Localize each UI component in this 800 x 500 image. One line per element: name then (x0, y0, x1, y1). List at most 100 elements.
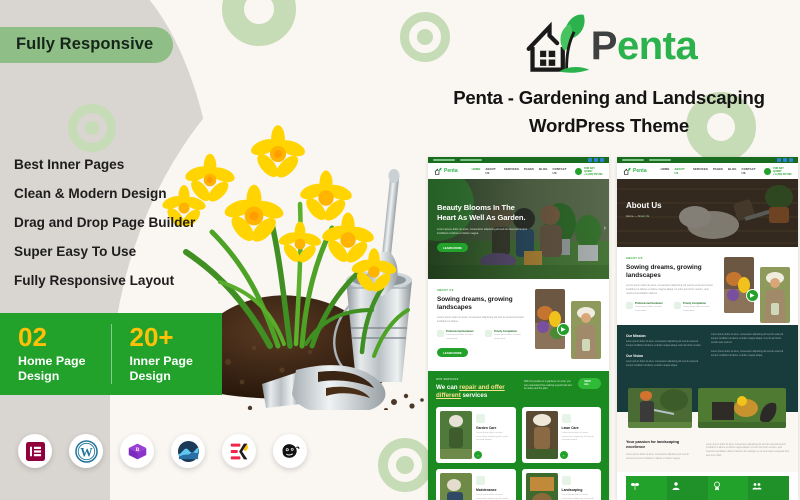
brand-header: Penta Penta - Gardening and Landscaping … (418, 8, 800, 140)
slider-revolution-icon[interactable] (171, 434, 205, 468)
stat-label: Inner Page Design (129, 353, 193, 383)
service-title: Lawn Care (561, 426, 579, 431)
service-thumb (525, 473, 558, 500)
breadcrumb-home[interactable]: Home (626, 214, 633, 218)
wordpress-icon[interactable]: W (69, 434, 103, 468)
play-button[interactable]: ▶ (745, 289, 759, 302)
mission-body: Lorem ipsum dolor sit amet, consectetur … (626, 340, 702, 347)
fully-responsive-badge: Fully Responsive (0, 27, 174, 63)
quote-body: Lorem ipsum dolor sit amet, consectetur … (706, 443, 789, 458)
linkedin-icon (600, 158, 604, 162)
page-title: Penta - Gardening and Landscaping WordPr… (418, 84, 800, 140)
about-feature-desc: Lorem ipsum dolor sit amet, consectetur. (493, 334, 521, 340)
services-view-all-button[interactable]: VIEW ALL (578, 377, 601, 389)
nav-link-services[interactable]: SERVICES (693, 167, 708, 175)
call-number: +1 (234) 567 890 (773, 172, 792, 176)
hero-heading: Beauty Blooms In The Heart As Well As Ga… (437, 203, 526, 223)
about2-photo-1 (723, 257, 754, 313)
feature-item: Super Easy To Use (14, 244, 137, 259)
topbar-phone (460, 159, 482, 161)
maintenance-icon (476, 476, 485, 486)
services-heading-post: services (462, 392, 488, 400)
twitter-icon (783, 158, 787, 162)
feature-item: Fully Responsive Layout (14, 273, 175, 288)
mock-nav[interactable]: Penta HOME ABOUT US SERVICES PAGES BLOG … (428, 163, 609, 179)
about2-feature: Professional Gardener Lorem ipsum dolor s… (626, 302, 669, 313)
service-thumb (440, 473, 472, 500)
elementskit-icon[interactable] (222, 434, 256, 468)
gardener-icon (626, 302, 633, 310)
logo-text-enta: enta (616, 23, 698, 68)
lawn-care-icon (561, 414, 571, 424)
band-photo-right (698, 387, 786, 428)
nav-link-blog[interactable]: BLOG (539, 167, 547, 175)
phone-icon (575, 167, 583, 175)
logo-text-p: P (590, 23, 618, 68)
hero-next-arrow[interactable]: › (604, 225, 606, 232)
nav-call-block[interactable]: FOR ANY QUERY +1 (234) 567 890 (764, 167, 792, 176)
about2-feature: Timely Completion Lorem ipsum dolor sit a… (673, 302, 717, 313)
nav-link-services[interactable]: SERVICES (504, 167, 519, 175)
landscaping-icon (561, 476, 571, 486)
nav-link-pages[interactable]: PAGES (713, 167, 723, 175)
service-desc: Lorem ipsum dolor sit amet, consectetur … (561, 494, 594, 500)
band-photo-left (628, 387, 692, 428)
about-feature-title: Professional Gardener (446, 330, 474, 334)
mock2-logo[interactable]: Penta (623, 167, 647, 176)
stat-home-pages: 02 Home Page Design (0, 324, 111, 384)
nav-link-contact[interactable]: CONTACT US (742, 167, 759, 175)
nav-link-home[interactable]: HOME (661, 167, 670, 175)
service-arrow-button[interactable]: › (559, 451, 568, 460)
nav-link-pages[interactable]: PAGES (524, 167, 534, 175)
quote-heading: Your passion for landscaping excellence (626, 439, 680, 449)
garden-care-icon (476, 414, 485, 424)
feature-item: Drag and Drop Page Builder (14, 215, 196, 230)
feature-item: Clean & Modern Design (14, 186, 167, 201)
about-photo-2 (570, 301, 601, 359)
vision-heading: Our Vision (626, 353, 644, 358)
mock2-nav[interactable]: Penta HOME ABOUT US SERVICES PAGES BLOG … (617, 163, 798, 179)
service-card[interactable]: Maintenance Lorem ipsum dolor sit amet, c… (436, 469, 516, 500)
about-stat: 5+ Awards Winner Lorem ipsum dolor sit a… (707, 475, 749, 500)
mock-services-section: OUR SERVICES We can repair and offer dif… (428, 370, 609, 500)
facebook-icon (588, 158, 592, 162)
clients-icon (672, 482, 680, 490)
mockup-home-page[interactable]: Penta HOME ABOUT US SERVICES PAGES BLOG … (428, 157, 609, 500)
svg-text:B: B (135, 446, 139, 452)
service-card[interactable]: Garden Care Lorem ipsum dolor sit amet, c… (436, 407, 516, 464)
service-card[interactable]: Lawn Care Lorem ipsum dolor sit amet, con… (521, 407, 601, 464)
about-feature: Timely Completion Lorem ipsum dolor sit a… (484, 330, 528, 341)
bootstrap-icon[interactable]: B (120, 434, 154, 468)
plugin-logo-row: W B (18, 434, 307, 468)
mock-nav-links[interactable]: HOME ABOUT US SERVICES PAGES BLOG CONTAC… (472, 167, 570, 175)
mock-about-section: ABOUT US Sowing dreams, growing landscap… (428, 279, 609, 371)
nav-link-contact[interactable]: CONTACT US (553, 167, 570, 175)
nav-link-home[interactable]: HOME (472, 167, 481, 175)
social-icons[interactable] (777, 158, 793, 162)
stat-label: Home Page Design (18, 353, 86, 383)
services-paragraph: With the position of a gardener on a lis… (524, 379, 572, 391)
service-title: Garden Care (476, 426, 497, 431)
nav-link-blog[interactable]: BLOG (728, 167, 736, 175)
mockup-about-page[interactable]: Penta HOME ABOUT US SERVICES PAGES BLOG … (617, 157, 798, 500)
mission-heading: Our Mission (626, 333, 646, 338)
elementor-icon[interactable] (18, 434, 52, 468)
about2-heading: Sowing dreams, growing landscapes (626, 264, 702, 280)
play-button[interactable]: ▶ (556, 323, 570, 336)
service-desc: Lorem ipsum dolor sit amet, consectetur … (476, 432, 509, 442)
mission-body-right-2: Lorem ipsum dolor sit amet, consectetur … (711, 350, 784, 357)
about-stat: 20+ Team Members Lorem ipsum dolor sit a… (748, 475, 789, 500)
nav-call-block[interactable]: FOR ANY QUERY +1 (234) 567 890 (575, 167, 603, 176)
about2-photo-2 (759, 267, 790, 323)
hero-paragraph: Lorem ipsum dolor sit amet, consectetur … (437, 228, 528, 235)
mock2-nav-links[interactable]: HOME ABOUT US SERVICES PAGES BLOG CONTAC… (661, 167, 759, 175)
logo-text: Penta (590, 23, 698, 69)
about-hero-title: About Us (626, 201, 662, 210)
social-icons[interactable] (588, 158, 604, 162)
nav-link-about[interactable]: ABOUT US (485, 167, 499, 175)
nav-link-about[interactable]: ABOUT US (674, 167, 688, 175)
mailchimp-icon[interactable] (273, 434, 307, 468)
service-card[interactable]: Landscaping Lorem ipsum dolor sit amet, c… (521, 469, 601, 500)
facebook-icon (777, 158, 781, 162)
stat-number: 20+ (129, 321, 174, 352)
